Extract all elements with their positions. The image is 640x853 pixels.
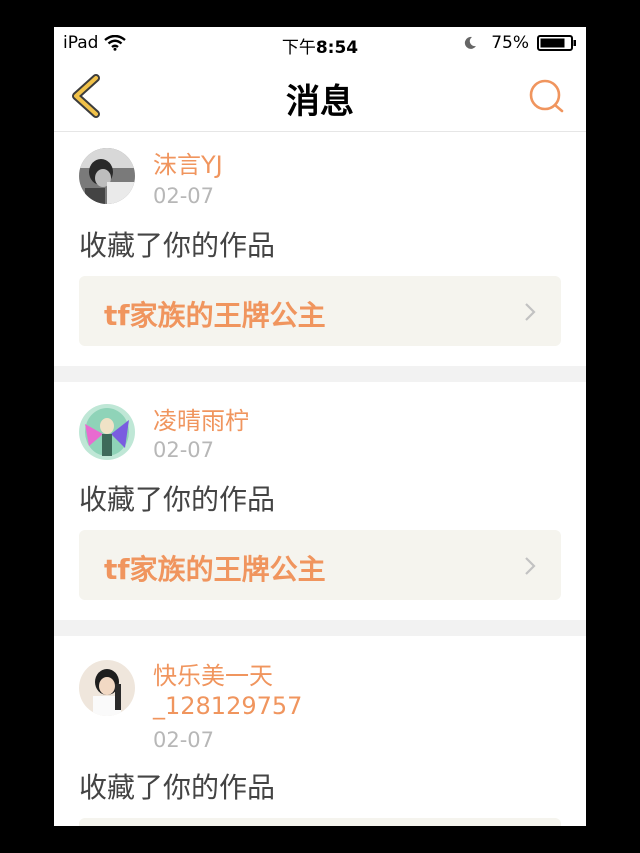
separator (54, 620, 586, 636)
work-title: tf家族的王牌公主 (104, 553, 326, 586)
username[interactable]: 沫言YJ (153, 150, 223, 180)
message-date: 02-07 (153, 438, 215, 462)
message-card: 沫言YJ 02-07 收藏了你的作品 tf家族的王牌公主 (54, 132, 586, 366)
username-line: 快乐美一天 (153, 662, 273, 690)
battery-percent: 75% (491, 33, 529, 53)
moon-icon (465, 36, 477, 49)
page-title: 消息 (286, 82, 354, 122)
battery-icon (537, 35, 576, 51)
chevron-right-icon (525, 303, 536, 321)
work-link[interactable]: tf家族的王牌公主 (79, 276, 561, 346)
avatar[interactable] (79, 660, 135, 716)
search-icon[interactable] (528, 77, 566, 115)
app-screen: iPad 下午8:54 75% 消息 沫言YJ 02-07 收藏了你的作品 tf… (54, 27, 586, 826)
avatar[interactable] (79, 404, 135, 460)
username[interactable]: 快乐美一天 _128129757 (153, 661, 302, 721)
message-date: 02-07 (153, 184, 215, 208)
work-link[interactable] (79, 818, 561, 826)
message-card: 快乐美一天 _128129757 02-07 收藏了你的作品 (54, 636, 586, 826)
message-card: 凌晴雨柠 02-07 收藏了你的作品 tf家族的王牌公主 (54, 382, 586, 620)
username[interactable]: 凌晴雨柠 (153, 406, 249, 436)
action-text: 收藏了你的作品 (79, 229, 276, 262)
work-title: tf家族的王牌公主 (104, 299, 326, 332)
work-link[interactable]: tf家族的王牌公主 (79, 530, 561, 600)
action-text: 收藏了你的作品 (79, 771, 276, 804)
nav-bar: 消息 (54, 61, 586, 132)
status-bar: iPad 下午8:54 75% (54, 27, 586, 61)
separator (54, 366, 586, 382)
username-line: _128129757 (153, 692, 303, 720)
message-list: 沫言YJ 02-07 收藏了你的作品 tf家族的王牌公主 凌晴雨柠 02-07 … (54, 132, 586, 826)
action-text: 收藏了你的作品 (79, 483, 276, 516)
status-right: 75% (463, 33, 577, 53)
chevron-right-icon (525, 557, 536, 575)
avatar[interactable] (79, 148, 135, 204)
time: 8:54 (315, 38, 359, 58)
message-date: 02-07 (153, 728, 215, 752)
time-prefix: 下午 (281, 38, 316, 58)
